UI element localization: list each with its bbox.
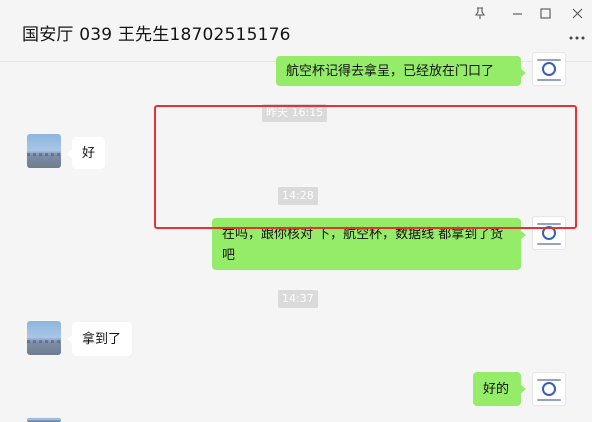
title-bar: 国安厅 039 王先生18702515176	[0, 0, 592, 62]
message-bubble-outgoing[interactable]: 航空杯记得去拿呈，已经放在门口了	[276, 56, 526, 86]
minimize-icon[interactable]	[506, 4, 528, 22]
message-text: 航空杯记得去拿呈，已经放在门口了	[286, 63, 495, 79]
timestamp: 昨天 16:15	[262, 104, 328, 122]
chat-title: 国安厅 039 王先生18702515176	[22, 25, 291, 45]
timestamp: 14:37	[278, 290, 318, 308]
message-bubble-outgoing[interactable]: 在吗，跟你核对 下，航空杯，数据线 都拿到了货吧	[212, 218, 526, 270]
avatar-self[interactable]	[532, 216, 566, 250]
avatar-self[interactable]	[532, 372, 566, 406]
more-icon[interactable]	[566, 32, 588, 44]
message-bubble-outgoing[interactable]: 好的	[473, 372, 526, 406]
avatar-contact[interactable]	[27, 134, 61, 168]
avatar-self[interactable]	[532, 52, 566, 86]
close-icon[interactable]	[566, 4, 588, 22]
pin-icon[interactable]	[469, 4, 491, 22]
message-bubble-incoming[interactable]: 好	[67, 137, 105, 169]
message-bubble-incoming[interactable]: 拿到了	[67, 322, 132, 356]
avatar-contact[interactable]	[27, 418, 61, 422]
avatar-contact[interactable]	[27, 321, 61, 355]
message-text: 在吗，跟你核对 下，航空杯，数据线 都拿到了货吧	[222, 227, 504, 263]
message-list: 航空杯记得去拿呈，已经放在门口了 昨天 16:15 好 14:28 在吗，跟你核…	[0, 52, 592, 422]
timestamp: 14:28	[278, 187, 318, 205]
maximize-icon[interactable]	[534, 4, 556, 22]
message-text: 拿到了	[82, 331, 122, 347]
message-text: 好的	[483, 381, 510, 397]
message-text: 好	[82, 145, 96, 161]
